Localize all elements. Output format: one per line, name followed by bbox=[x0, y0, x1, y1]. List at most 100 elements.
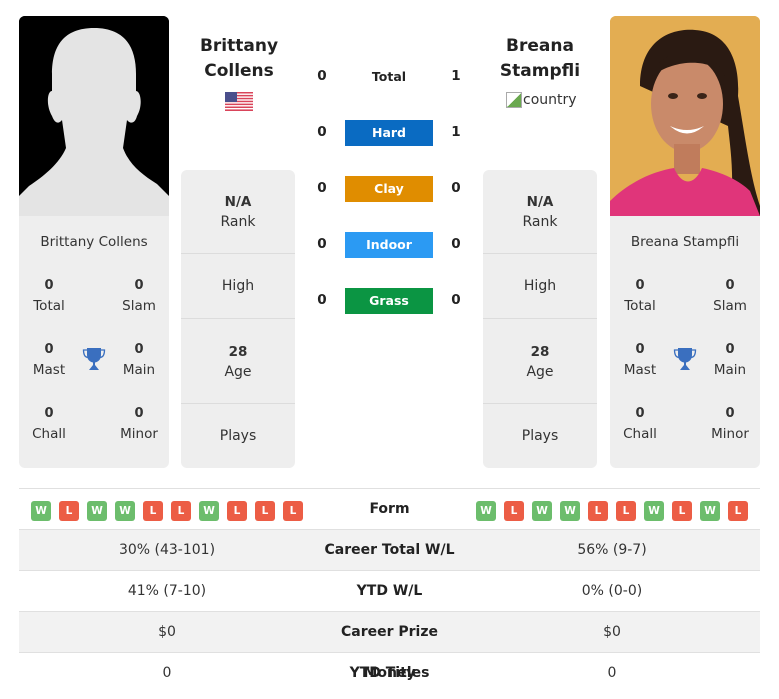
player1-ytd-wl: 41% (7-10) bbox=[127, 583, 207, 599]
player2-minor-titles: 0 Minor bbox=[711, 406, 749, 442]
form-label: Form bbox=[369, 501, 410, 517]
win-badge: W bbox=[560, 501, 580, 521]
win-badge: W bbox=[199, 501, 219, 521]
win-badge: W bbox=[644, 501, 664, 521]
player2-high: High bbox=[523, 278, 557, 294]
loss-badge: L bbox=[728, 501, 748, 521]
ytd-wl-row: 41% (7-10) YTD W/L 0% (0-0) bbox=[19, 570, 760, 611]
career-total-wl-label: Career Total W/L bbox=[324, 542, 455, 558]
h2h-row-grass: 0 Grass 0 bbox=[310, 288, 470, 314]
h2h-row-indoor: 0 Indoor 0 bbox=[310, 232, 470, 258]
surface-badge-grass: Grass bbox=[345, 288, 433, 314]
ytd-titles-row: 0 YTD Titles 0 bbox=[19, 652, 760, 693]
silhouette-icon bbox=[19, 16, 169, 216]
player1-info-panel: N/A Rank High 28 Age Plays bbox=[181, 170, 295, 468]
player1-high: High bbox=[221, 278, 255, 294]
surface-badge-clay: Clay bbox=[345, 176, 433, 202]
player1-mast-titles: 0 Mast bbox=[32, 342, 66, 378]
loss-badge: L bbox=[143, 501, 163, 521]
win-badge: W bbox=[115, 501, 135, 521]
player1-slam-titles: 0 Slam bbox=[122, 278, 156, 314]
player2-titles-card: Breana Stampfli 0 Total 0 Slam 0 Mast 0 Main… bbox=[610, 216, 760, 468]
career-prize-money-row: $0 Career Prize Money $0 bbox=[19, 611, 760, 681]
h2h-player2-value: 1 bbox=[451, 124, 461, 140]
surface-badge-total: Total bbox=[371, 69, 407, 84]
loss-badge: L bbox=[283, 501, 303, 521]
h2h-player1-value: 0 bbox=[317, 180, 327, 196]
loss-badge: L bbox=[616, 501, 636, 521]
broken-image-icon bbox=[506, 92, 522, 108]
player1-total-titles: 0 Total bbox=[33, 278, 65, 314]
player2-career-prize-money: $0 bbox=[603, 624, 621, 640]
h2h-player2-value: 0 bbox=[451, 236, 461, 252]
player2-chall-titles: 0 Chall bbox=[623, 406, 657, 442]
divider bbox=[181, 403, 295, 404]
surface-badge-indoor: Indoor bbox=[345, 232, 433, 258]
loss-badge: L bbox=[227, 501, 247, 521]
player-portrait-icon bbox=[610, 16, 760, 216]
form-row: WLWWLLWLLL Form WLWWLLWLWL bbox=[19, 488, 760, 529]
player1-rank: N/A Rank bbox=[220, 194, 256, 230]
player1-titles-card: Brittany Collens 0 Total 0 Slam 0 Mast 0 Mai… bbox=[19, 216, 169, 468]
player1-minor-titles: 0 Minor bbox=[120, 406, 158, 442]
divider bbox=[181, 253, 295, 254]
player2-total-titles: 0 Total bbox=[624, 278, 656, 314]
divider bbox=[483, 318, 597, 319]
player1-plays: Plays bbox=[219, 428, 257, 444]
loss-badge: L bbox=[255, 501, 275, 521]
win-badge: W bbox=[700, 501, 720, 521]
player2-main-titles: 0 Main bbox=[713, 342, 747, 378]
loss-badge: L bbox=[588, 501, 608, 521]
player2-form: WLWWLLWLWL bbox=[476, 501, 748, 521]
loss-badge: L bbox=[171, 501, 191, 521]
loss-badge: L bbox=[504, 501, 524, 521]
player2-name-link[interactable]: Breana Stampfli bbox=[475, 34, 605, 84]
divider bbox=[181, 318, 295, 319]
player2-plays: Plays bbox=[521, 428, 559, 444]
h2h-player1-value: 0 bbox=[317, 124, 327, 140]
h2h-row-clay: 0 Clay 0 bbox=[310, 176, 470, 202]
h2h-row-hard: 0 Hard 1 bbox=[310, 120, 470, 146]
loss-badge: L bbox=[672, 501, 692, 521]
player1-main-titles: 0 Main bbox=[122, 342, 156, 378]
career-total-wl-row: 30% (43-101) Career Total W/L 56% (9-7) bbox=[19, 529, 760, 570]
loss-badge: L bbox=[59, 501, 79, 521]
h2h-player2-value: 0 bbox=[451, 180, 461, 196]
player2-country-flag: country bbox=[506, 92, 577, 108]
player1-chall-titles: 0 Chall bbox=[32, 406, 66, 442]
ytd-titles-label: YTD Titles bbox=[349, 665, 430, 681]
trophy-icon bbox=[673, 348, 697, 370]
divider bbox=[483, 403, 597, 404]
win-badge: W bbox=[31, 501, 51, 521]
win-badge: W bbox=[476, 501, 496, 521]
win-badge: W bbox=[87, 501, 107, 521]
h2h-player1-value: 0 bbox=[317, 236, 327, 252]
player2-rank: N/A Rank bbox=[522, 194, 558, 230]
h2h-player2-value: 0 bbox=[451, 292, 461, 308]
surface-badge-hard: Hard bbox=[345, 120, 433, 146]
player1-age: 28 Age bbox=[224, 344, 252, 380]
player2-age: 28 Age bbox=[526, 344, 554, 380]
h2h-player2-value: 1 bbox=[451, 68, 461, 84]
trophy-icon bbox=[82, 348, 106, 370]
player2-slam-titles: 0 Slam bbox=[713, 278, 747, 314]
player2-ytd-titles: 0 bbox=[607, 665, 617, 681]
player1-name-link[interactable]: Brittany Collens bbox=[174, 34, 304, 84]
player1-photo bbox=[19, 16, 169, 216]
player2-ytd-wl: 0% (0-0) bbox=[581, 583, 643, 599]
player1-form: WLWWLLWLLL bbox=[31, 501, 303, 521]
divider bbox=[483, 253, 597, 254]
usa-flag-icon bbox=[225, 92, 253, 111]
player2-card-name: Breana Stampfli bbox=[630, 234, 740, 250]
ytd-wl-label: YTD W/L bbox=[356, 583, 423, 599]
player1-career-prize-money: $0 bbox=[158, 624, 176, 640]
h2h-player1-value: 0 bbox=[317, 68, 327, 84]
h2h-row-total: 0 Total 1 bbox=[310, 64, 470, 90]
player2-info-panel: N/A Rank High 28 Age Plays bbox=[483, 170, 597, 468]
h2h-player1-value: 0 bbox=[317, 292, 327, 308]
player2-mast-titles: 0 Mast bbox=[623, 342, 657, 378]
win-badge: W bbox=[532, 501, 552, 521]
player1-ytd-titles: 0 bbox=[162, 665, 172, 681]
player2-career-total-wl: 56% (9-7) bbox=[577, 542, 647, 558]
player2-photo bbox=[610, 16, 760, 216]
